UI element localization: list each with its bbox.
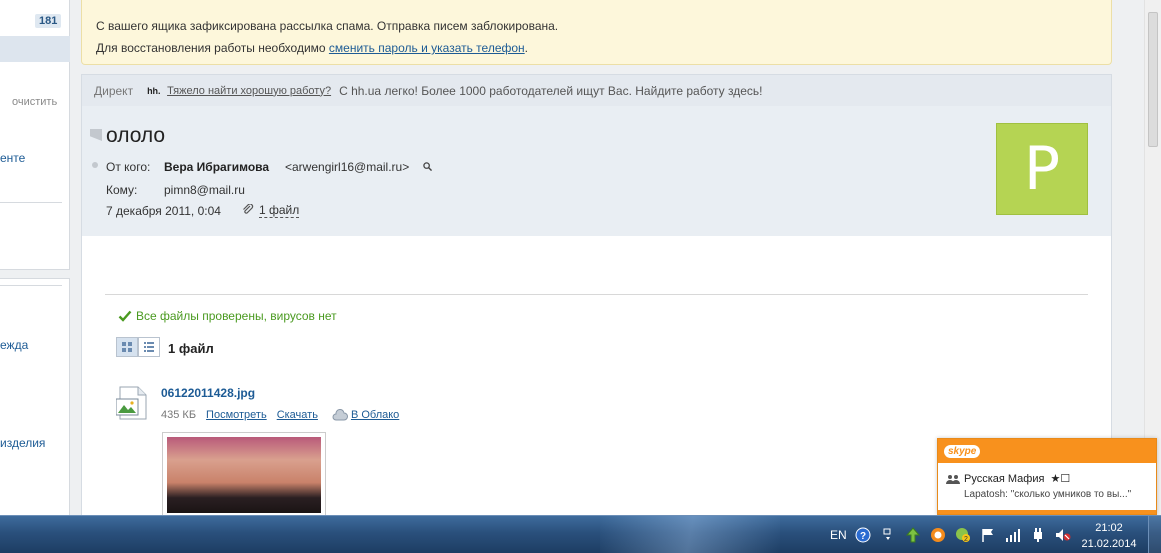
skype-tray-icon[interactable]: 2 (955, 527, 971, 543)
change-password-link[interactable]: сменить пароль и указать телефон (329, 41, 525, 55)
unread-count-badge: 181 (35, 14, 62, 28)
message-date: 7 декабря 2011, 0:04 (106, 204, 221, 218)
skype-logo: skype (944, 445, 981, 458)
skype-group-row: Русская Мафия ★☐ (946, 472, 1070, 485)
svg-text:?: ? (860, 531, 866, 542)
sender-name[interactable]: Вера Ибрагимова (164, 160, 269, 174)
sidebar-link-3[interactable]: изделия (0, 436, 45, 450)
sidebar-divider (0, 202, 62, 203)
list-view-button[interactable] (138, 337, 160, 357)
ad-label: Директ (94, 83, 134, 98)
language-bar-icon[interactable] (880, 527, 896, 543)
clear-button[interactable]: очистить (12, 96, 57, 108)
to-label: Кому: (106, 183, 138, 197)
file-actions: 435 КБ Посмотреть Скачать В Облако (161, 409, 399, 421)
skype-footer-bar (938, 510, 1156, 514)
paperclip-icon (243, 204, 254, 214)
warning-line-1: С вашего ящика зафиксирована рассылка сп… (96, 19, 559, 33)
grid-icon (122, 342, 132, 352)
attachments-link[interactable]: 1 файл (259, 204, 300, 218)
checkmark-icon (118, 310, 132, 322)
sidebar-link-2[interactable]: ежда (0, 338, 28, 352)
sender-avatar: P (996, 123, 1088, 215)
read-status-icon[interactable] (92, 162, 98, 168)
system-clock[interactable]: 21:02 21.02.2014 (1080, 520, 1138, 552)
file-size: 435 КБ (161, 409, 197, 421)
skype-group-marks: ★☐ (1050, 473, 1071, 485)
message-header: ололо От кого: Вера Ибрагимова <arwengir… (81, 106, 1112, 236)
sender-email[interactable]: <arwengirl16@mail.ru> (285, 160, 409, 174)
image-file-icon[interactable] (116, 386, 150, 420)
virus-check-status: Все файлы проверены, вирусов нет (118, 309, 337, 323)
download-file-link[interactable]: Скачать (277, 409, 318, 421)
ad-text: С hh.ua легко! Более 1000 работодателей … (339, 83, 763, 98)
warning-suffix: . (524, 41, 529, 55)
language-indicator[interactable]: EN (830, 528, 847, 542)
system-tray: EN ? 2 (830, 516, 1080, 553)
message-subject: ололо (106, 124, 166, 147)
image-thumbnail[interactable] (162, 432, 326, 518)
sidebar-secondary-panel: ежда изделия (0, 278, 70, 518)
search-icon[interactable] (423, 162, 432, 171)
save-to-cloud-link[interactable]: В Облако (351, 409, 399, 421)
list-icon (144, 342, 154, 352)
sidebar: 181 очистить енте ежда изделия (0, 0, 70, 518)
avast-icon[interactable] (930, 527, 946, 543)
file-name-link[interactable]: 06122011428.jpg (161, 386, 255, 400)
view-file-link[interactable]: Посмотреть (206, 409, 267, 421)
skype-group-name: Русская Мафия (964, 472, 1045, 485)
thumbnail-photo (167, 437, 321, 513)
warning-text: Для восстановления работы необходимо (96, 41, 329, 55)
svg-text:2: 2 (964, 536, 968, 543)
hh-logo-icon: hh. (147, 85, 161, 96)
skype-header: skype (938, 439, 1156, 463)
body-divider (105, 294, 1088, 295)
skype-notification[interactable]: skype Русская Мафия ★☐ Lapatosh: "скольк… (937, 438, 1157, 515)
cloud-icon (332, 409, 348, 421)
scrollbar-thumb[interactable] (1148, 12, 1158, 147)
ad-link[interactable]: Тяжело найти хорошую работу? (167, 85, 331, 97)
power-plug-icon[interactable] (1030, 527, 1046, 543)
sidebar-item-selected[interactable] (0, 36, 70, 62)
spam-warning-banner: С вашего ящика зафиксирована рассылка сп… (81, 0, 1112, 65)
skype-message: Lapatosh: "сколько умников то вы..." (964, 489, 1132, 500)
sidebar-link-1[interactable]: енте (0, 151, 25, 165)
view-toggle (116, 337, 160, 357)
clock-date: 21.02.2014 (1081, 538, 1137, 550)
virus-status-text: Все файлы проверены, вирусов нет (136, 309, 337, 323)
upload-arrow-icon[interactable] (905, 527, 921, 543)
network-signal-icon[interactable] (1005, 527, 1021, 543)
files-count: 1 файл (168, 341, 214, 356)
sidebar-folders-panel: 181 очистить енте (0, 0, 70, 270)
help-icon[interactable]: ? (855, 527, 871, 543)
grid-view-button[interactable] (116, 337, 138, 357)
warning-line-2: Для восстановления работы необходимо сме… (96, 37, 1111, 59)
volume-muted-icon[interactable] (1055, 527, 1071, 543)
taskbar-glow (600, 516, 780, 553)
flag-icon[interactable] (90, 129, 102, 141)
from-label: От кого: (106, 160, 151, 174)
taskbar: EN ? 2 21:02 21.02.2014 (0, 515, 1161, 553)
ad-bar: Директ hh. Тяжело найти хорошую работу? … (81, 74, 1112, 106)
group-icon (946, 474, 960, 484)
clock-time: 21:02 (1095, 522, 1123, 534)
action-center-flag-icon[interactable] (980, 527, 996, 543)
recipient-email[interactable]: pimn8@mail.ru (164, 183, 245, 197)
sidebar-divider (0, 285, 62, 286)
show-desktop-button[interactable] (1148, 516, 1161, 553)
